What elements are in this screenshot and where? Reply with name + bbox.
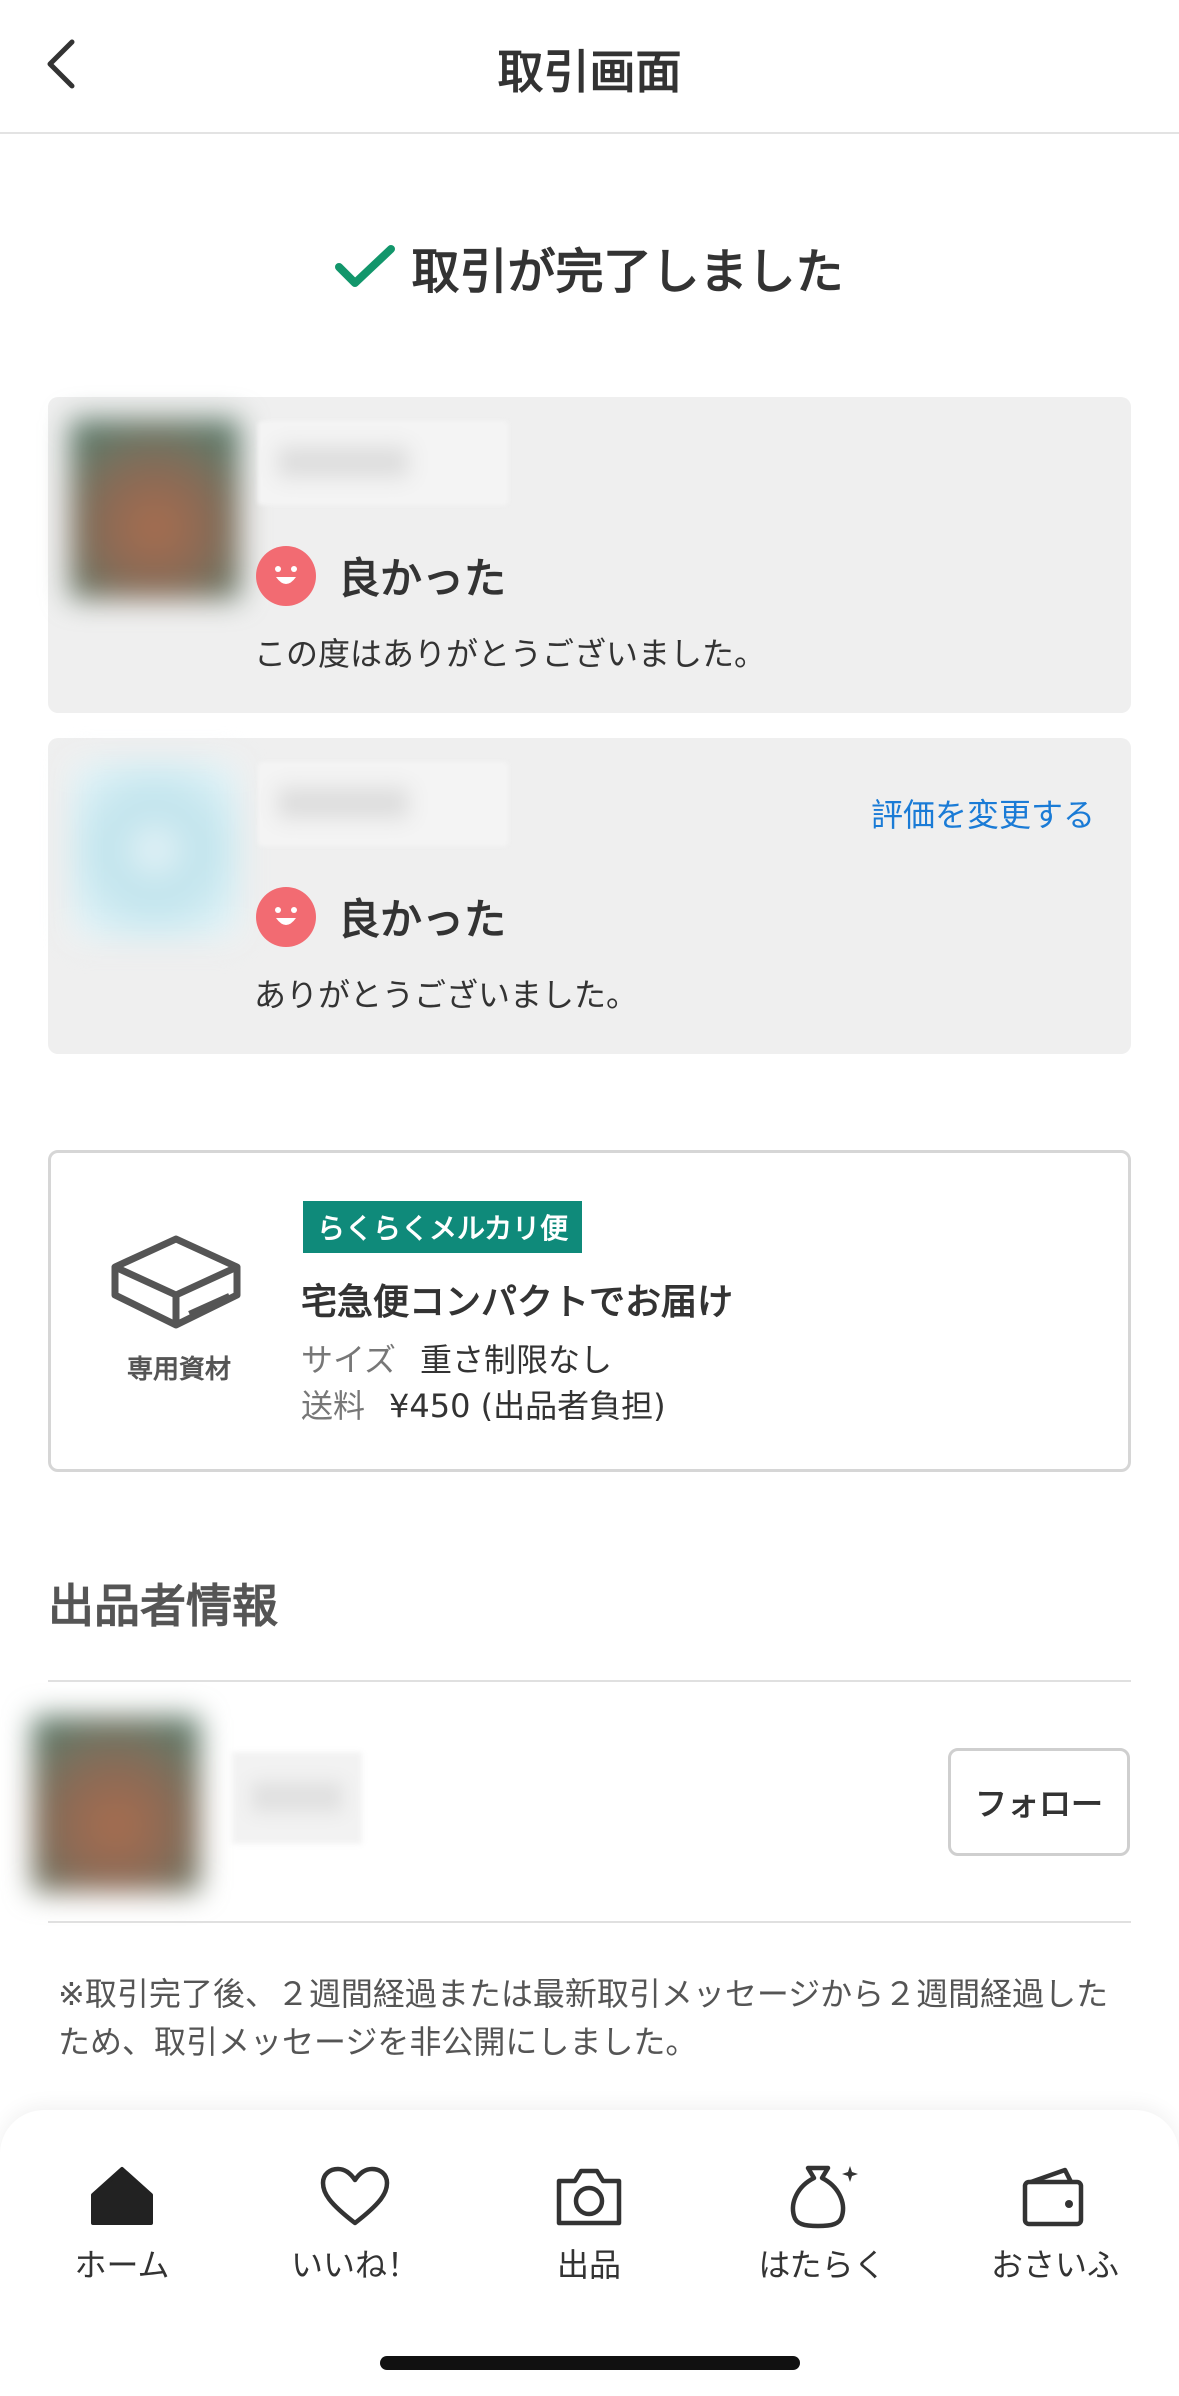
review-comment: ありがとうございました。 — [254, 976, 639, 1014]
nav-item-sell[interactable]: 出品 — [489, 2160, 689, 2300]
shipping-size: サイズ 重さ制限なし — [301, 1335, 612, 1381]
camera-icon — [556, 2168, 622, 2226]
nav-label: おさいふ — [990, 2246, 1119, 2284]
header: 取引画面 — [0, 0, 1179, 134]
complete-message: 取引が完了しました — [411, 244, 844, 300]
fee-key: 送料 — [301, 1387, 366, 1425]
user-name-blurred — [258, 421, 508, 505]
review-card: 評価を変更する 良かった ありがとうございました。 — [48, 738, 1131, 1054]
nav-item-work[interactable]: はたらく — [722, 2160, 922, 2300]
money-bag-icon — [790, 2165, 858, 2229]
package-icon — [111, 1235, 241, 1329]
size-value: 重さ制限なし — [420, 1341, 613, 1379]
user-name-blurred — [258, 762, 508, 846]
smile-face-icon — [256, 886, 316, 947]
message-privacy-notice: ※取引完了後、２週間経過または最新取引メッセージから２週間経過したため、取引メッ… — [58, 1975, 1109, 2061]
nav-item-wallet[interactable]: おさいふ — [955, 2160, 1155, 2300]
nav-label: はたらく — [758, 2246, 886, 2284]
change-rating-link[interactable]: 評価を変更する — [871, 790, 1095, 836]
follow-button[interactable]: フォロー — [948, 1748, 1130, 1856]
nav-label: いいね！ — [290, 2246, 419, 2284]
review-comment: この度はありがとうございました。 — [254, 635, 767, 673]
heart-icon — [320, 2166, 390, 2226]
page-title: 取引画面 — [497, 45, 682, 99]
nav-item-likes[interactable]: いいね！ — [255, 2160, 455, 2300]
seller-name-blurred[interactable] — [232, 1752, 362, 1844]
rating: 良かった — [256, 886, 506, 947]
home-indicator[interactable] — [380, 2356, 800, 2370]
rating: 良かった — [256, 545, 506, 606]
nav-label: ホーム — [74, 2246, 170, 2284]
nav-label: 出品 — [556, 2246, 621, 2284]
avatar[interactable] — [70, 419, 240, 599]
divider — [48, 1921, 1131, 1923]
review-card: 良かった この度はありがとうございました。 — [48, 397, 1131, 713]
shipping-service-badge: らくらくメルカリ便 — [303, 1201, 583, 1253]
shipping-method: 宅急便コンパクトでお届け — [301, 1282, 734, 1323]
nav-item-home[interactable]: ホーム — [22, 2160, 222, 2300]
rating-label: 良かった — [338, 895, 507, 944]
rating-label: 良かった — [338, 554, 507, 603]
check-icon — [335, 245, 396, 287]
divider — [48, 1680, 1131, 1682]
seller-section-title: 出品者情報 — [48, 1579, 278, 1633]
wallet-icon — [1022, 2167, 1084, 2227]
shipping-info-card: 専用資材 らくらくメルカリ便 宅急便コンパクトでお届け サイズ 重さ制限なし 送料… — [48, 1150, 1131, 1472]
transaction-screen: 取引画面 取引が完了しました 良かった この度はありがとうございました。 評価を — [0, 0, 1179, 2396]
size-key: サイズ — [301, 1341, 397, 1379]
home-icon — [91, 2167, 153, 2225]
shipping-fee: 送料 ¥450 (出品者負担) — [301, 1381, 666, 1427]
transaction-complete-banner: 取引が完了しました — [0, 232, 1179, 302]
smile-face-icon — [256, 545, 316, 606]
box-label: 専用資材 — [126, 1355, 231, 1385]
fee-value: ¥450 (出品者負担) — [389, 1387, 666, 1425]
avatar[interactable] — [70, 760, 240, 940]
seller-avatar[interactable] — [32, 1716, 200, 1892]
bottom-navigation: ホーム いいね！ 出品 はたらく おさいふ — [0, 2110, 1179, 2396]
